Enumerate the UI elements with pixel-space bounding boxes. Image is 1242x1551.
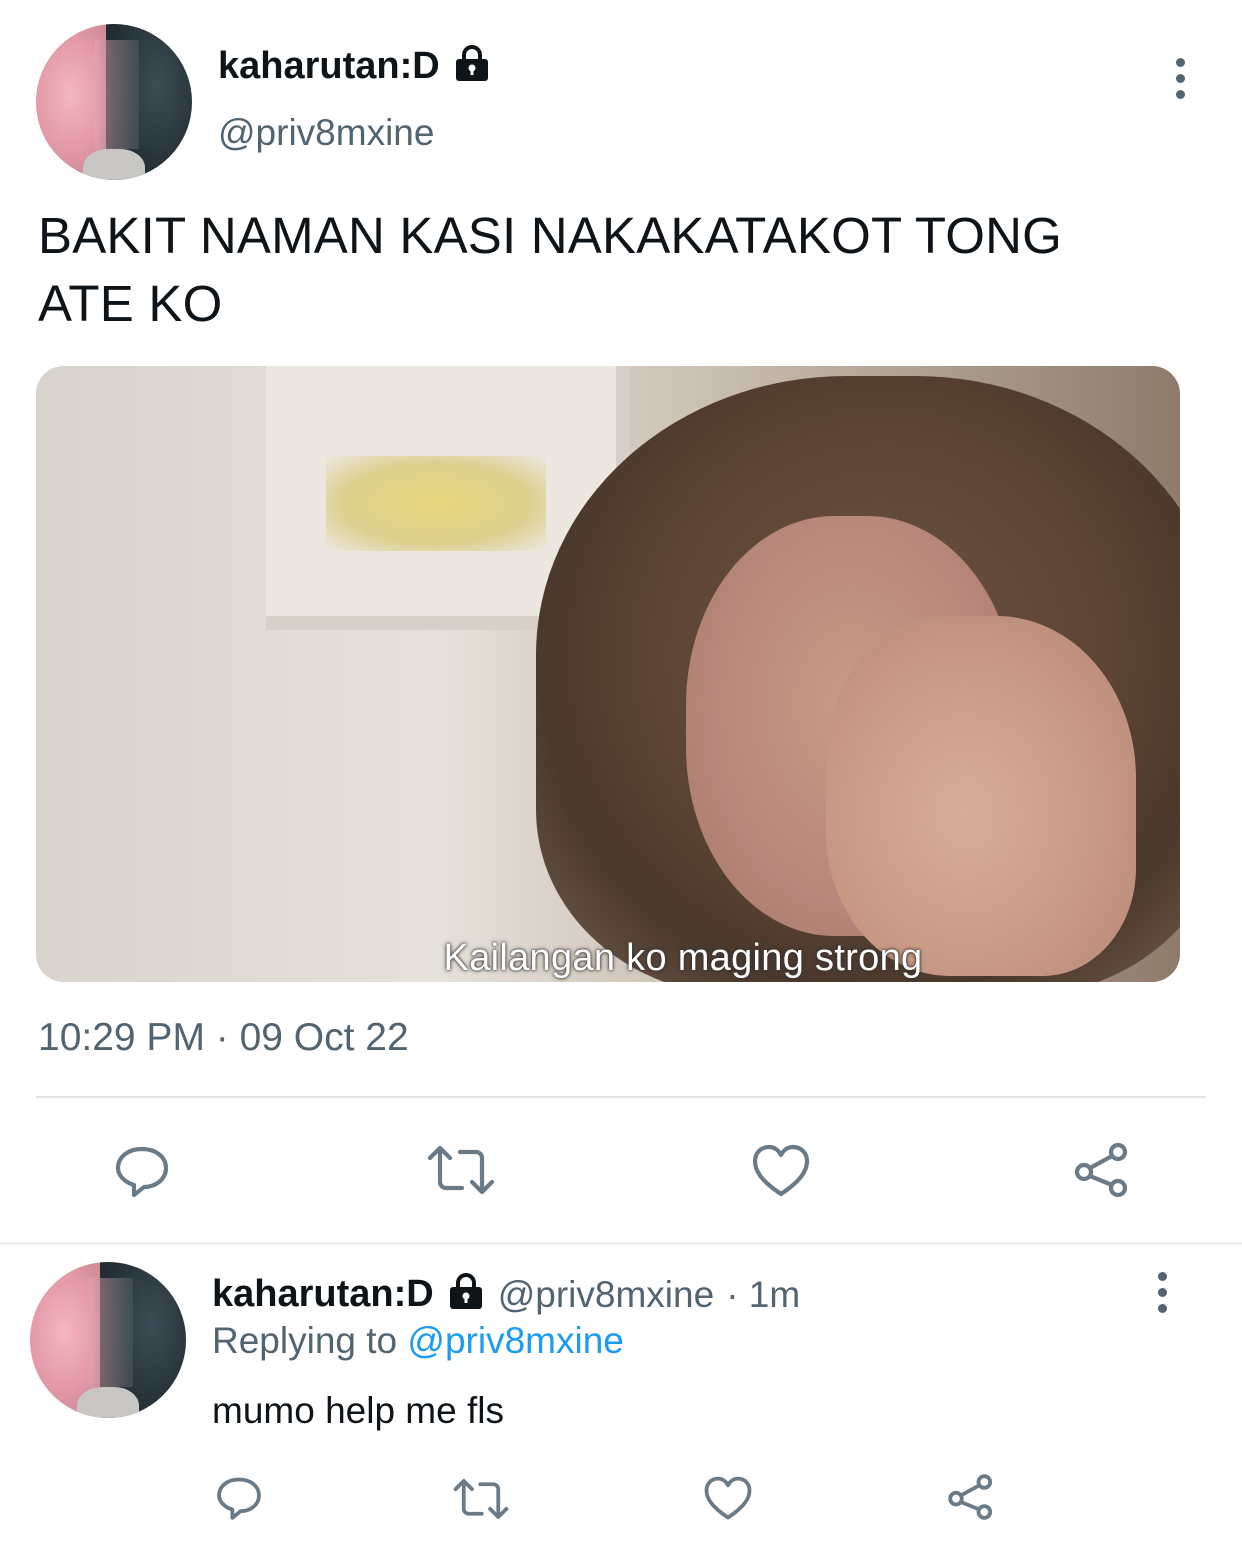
tweet-media-image[interactable]: Kailangan ko maging strong [36, 366, 1180, 982]
reply-handle[interactable]: @priv8mxine [498, 1274, 714, 1316]
share-icon[interactable] [946, 1472, 996, 1527]
replying-to-label: Replying to [212, 1320, 398, 1361]
media-caption: Kailangan ko maging strong [443, 937, 923, 979]
tweet-text-line-1: BAKIT NAMAN KASI NAKAKATAKOT TONG [38, 207, 1063, 264]
heart-icon[interactable] [752, 1144, 810, 1203]
tweet-text-line-2: ATE KO [38, 275, 223, 332]
reply-author-avatar[interactable] [30, 1262, 186, 1418]
section-divider [0, 1242, 1242, 1245]
more-icon[interactable] [1170, 58, 1190, 99]
lock-icon [452, 44, 492, 89]
reply-icon[interactable] [112, 1140, 172, 1205]
reply-display-name[interactable]: kaharutan:D [212, 1273, 434, 1316]
reply-more-icon[interactable] [1152, 1272, 1172, 1313]
author-avatar[interactable] [36, 24, 192, 180]
author-display-name[interactable]: kaharutan:D [218, 45, 440, 88]
author-handle[interactable]: @priv8mxine [218, 112, 434, 154]
replying-to-handle-link[interactable]: @priv8mxine [407, 1320, 623, 1361]
retweet-icon[interactable] [452, 1476, 510, 1527]
reply-text: mumo help me fls [212, 1390, 504, 1431]
reply-icon[interactable] [214, 1472, 264, 1527]
lock-icon [446, 1272, 486, 1317]
tweet-timestamp[interactable]: 10:29 PM · 09 Oct 22 [38, 1016, 409, 1060]
retweet-icon[interactable] [426, 1142, 496, 1203]
reply-age: · 1m [726, 1273, 801, 1315]
share-icon[interactable] [1072, 1140, 1132, 1205]
divider [36, 1096, 1206, 1098]
heart-icon[interactable] [704, 1476, 752, 1526]
